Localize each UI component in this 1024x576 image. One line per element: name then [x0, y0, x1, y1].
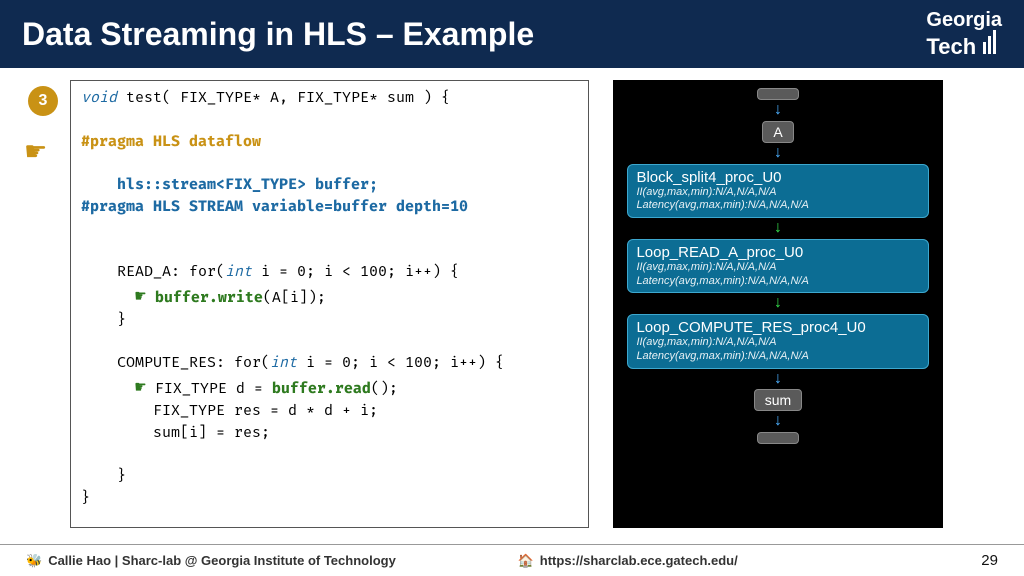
dataflow-graph: ↓ A ↓ Block_split4_proc_U0 II(avg,max,mi… — [613, 80, 942, 528]
bee-icon: 🐝 — [26, 553, 42, 569]
logo-tower-icon — [983, 30, 996, 54]
slide-title: Data Streaming in HLS – Example — [22, 16, 534, 53]
page-number: 29 — [981, 552, 998, 569]
graph-node-A: A — [762, 121, 793, 143]
step-badge: 3 — [28, 86, 58, 116]
arrow-down-icon: ↓ — [774, 104, 782, 117]
hand-pointer-icon: ☛ — [135, 376, 146, 398]
arrow-down-icon: ↓ — [774, 222, 782, 235]
code-panel: 3 ☛ void test( FIX_TYPE* A, FIX_TYPE* su… — [28, 80, 589, 538]
arrow-down-icon: ↓ — [774, 373, 782, 386]
hand-pointer-icon: ☛ — [135, 285, 146, 307]
pragma-stream: #pragma HLS STREAM variable=buffer depth… — [81, 197, 468, 215]
slide-footer: 🐝 Callie Hao | Sharc-lab @ Georgia Insti… — [0, 544, 1024, 576]
arrow-down-icon: ↓ — [774, 297, 782, 310]
footer-url: https://sharclab.ece.gatech.edu/ — [540, 553, 738, 568]
gatech-logo: Georgia Tech — [926, 11, 1002, 58]
graph-proc-compute-res: Loop_COMPUTE_RES_proc4_U0 II(avg,max,min… — [627, 314, 928, 369]
graph-proc-block-split: Block_split4_proc_U0 II(avg,max,min):N/A… — [627, 164, 928, 219]
code-listing: void test( FIX_TYPE* A, FIX_TYPE* sum ) … — [70, 80, 589, 528]
arrow-down-icon: ↓ — [774, 147, 782, 160]
slide-header: Data Streaming in HLS – Example Georgia … — [0, 0, 1024, 68]
graph-start-node — [757, 88, 799, 100]
pragma-dataflow: #pragma HLS dataflow — [81, 132, 261, 150]
home-icon: 🏠 — [518, 553, 534, 569]
footer-author: Callie Hao | Sharc-lab @ Georgia Institu… — [48, 553, 396, 568]
graph-node-sum: sum — [754, 389, 802, 411]
graph-proc-read-a: Loop_READ_A_proc_U0 II(avg,max,min):N/A,… — [627, 239, 928, 294]
hand-pointer-icon: ☛ — [24, 136, 47, 167]
graph-end-node — [757, 432, 799, 444]
arrow-down-icon: ↓ — [774, 415, 782, 428]
